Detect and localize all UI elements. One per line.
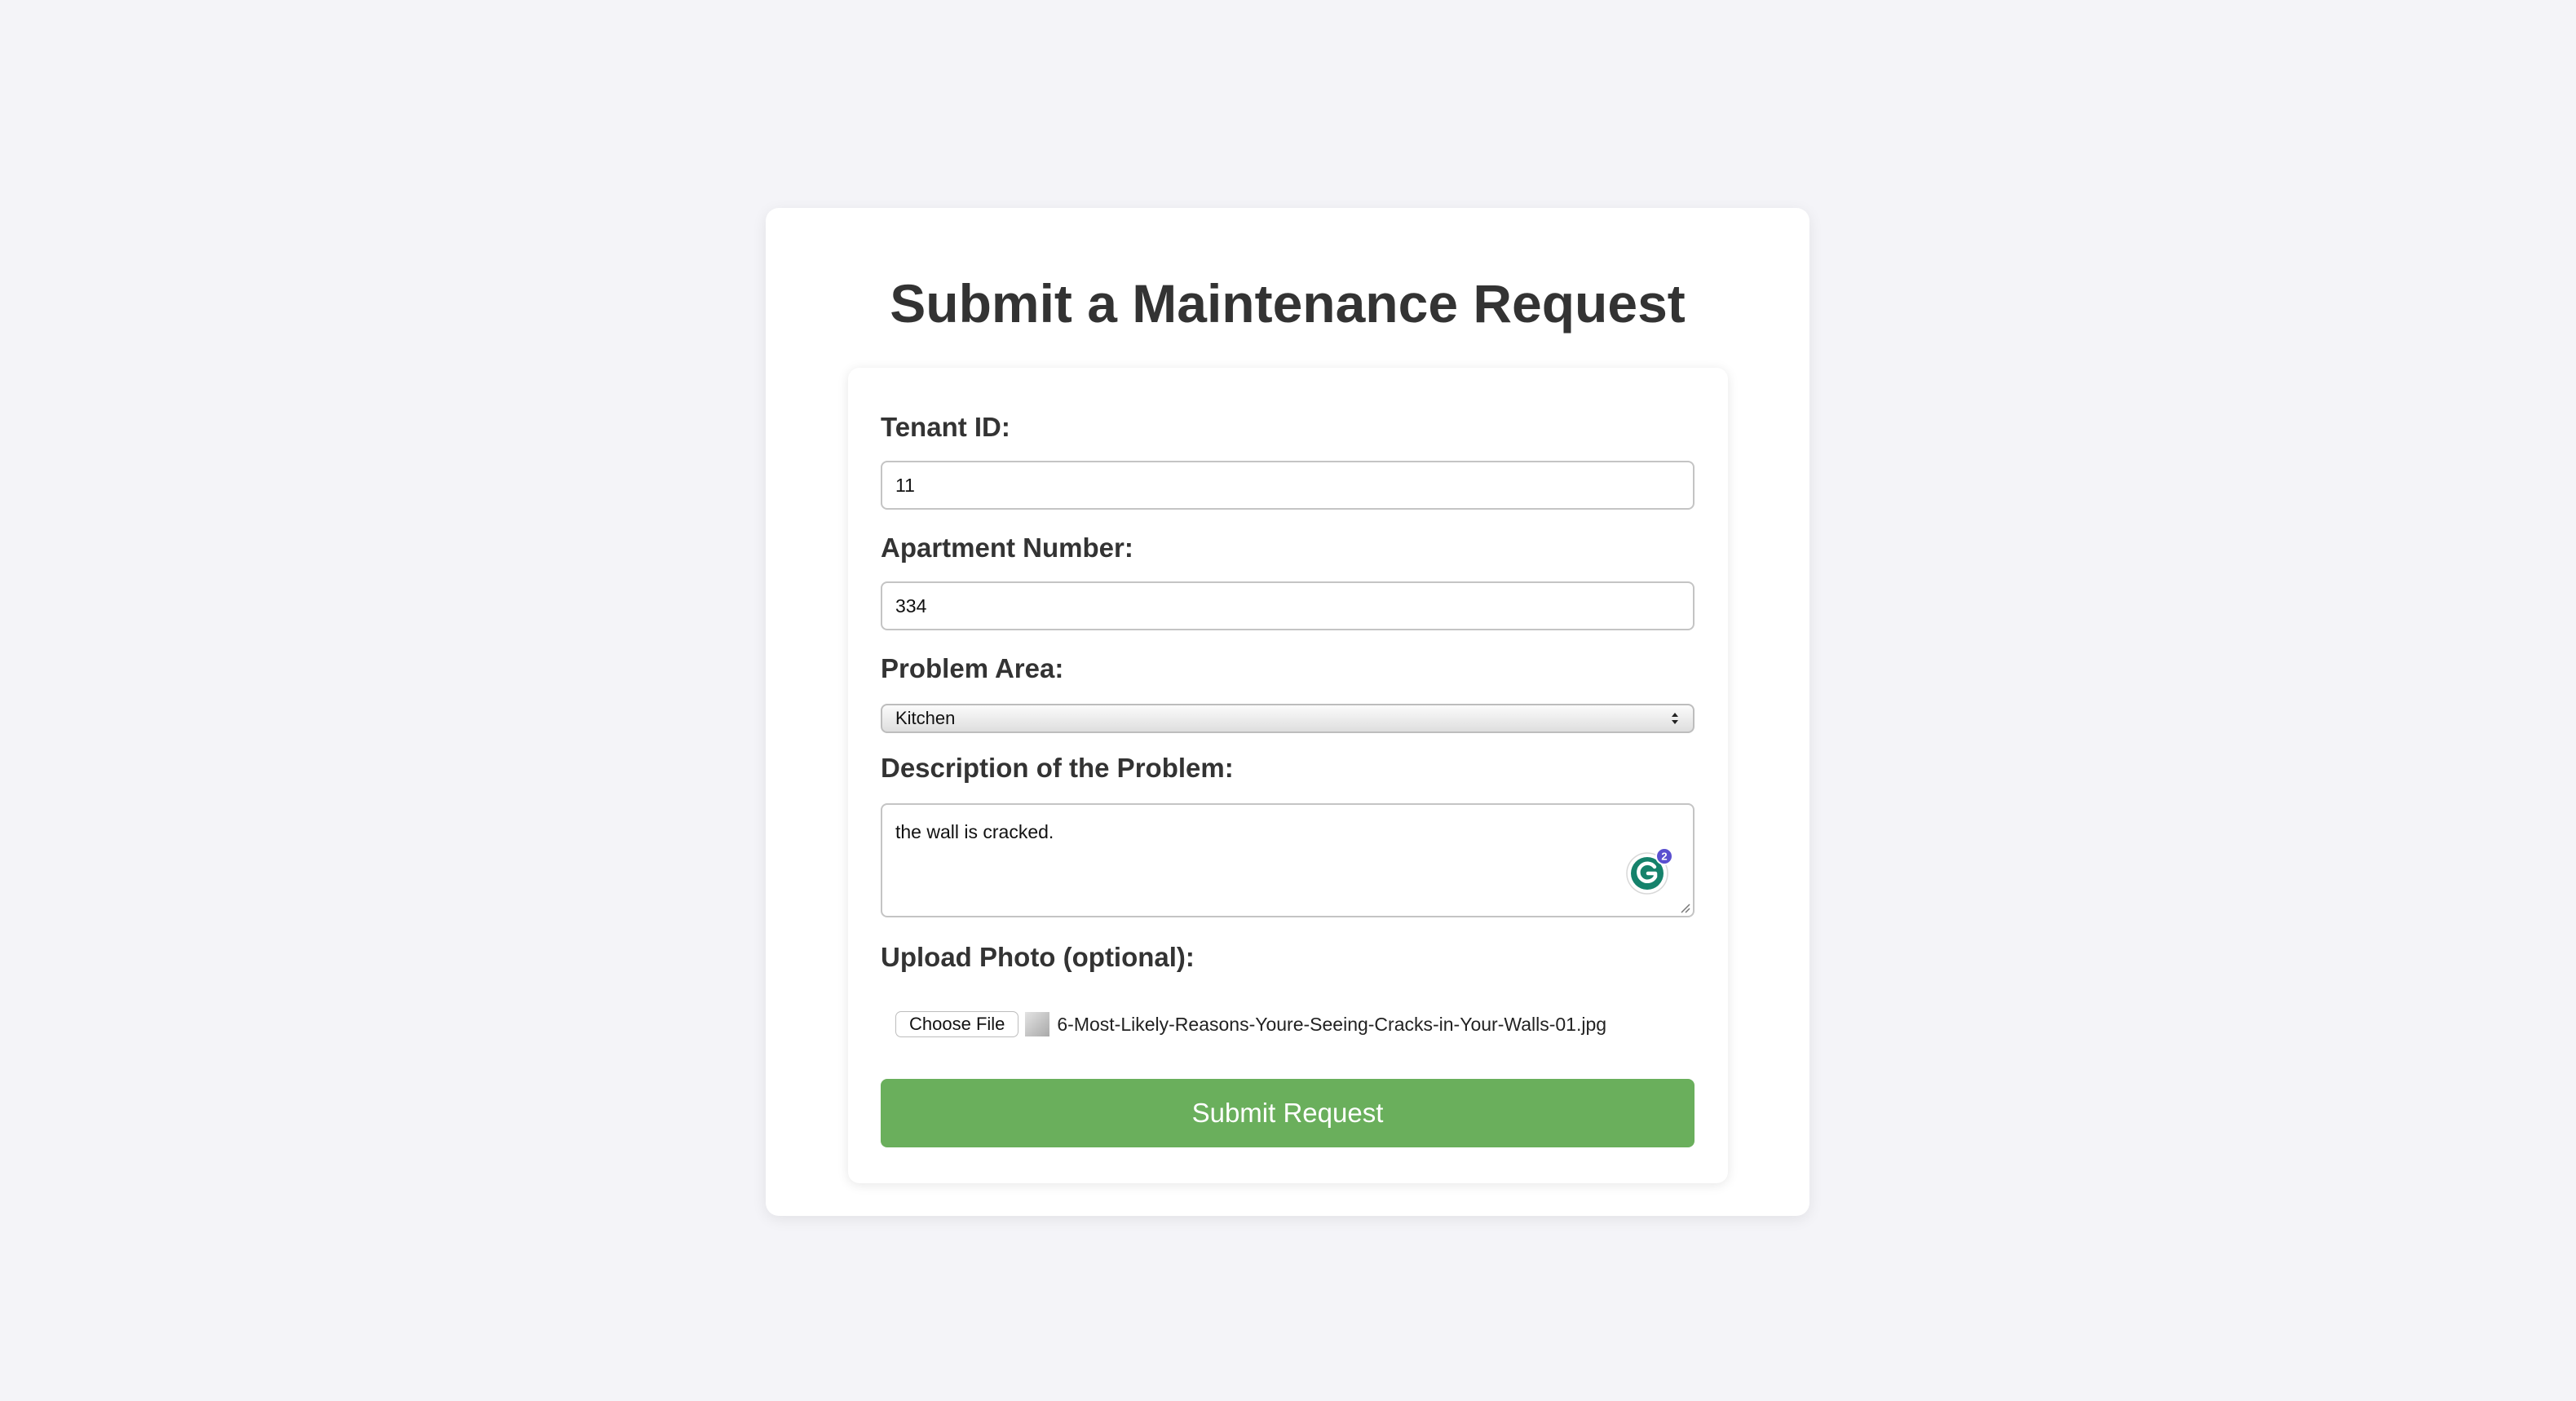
problem-area-label: Problem Area: bbox=[881, 653, 1064, 683]
grammarly-icon[interactable]: 2 bbox=[1626, 847, 1673, 895]
outer-card: Submit a Maintenance Request Tenant ID: … bbox=[766, 208, 1809, 1216]
apartment-number-input[interactable]: 334 bbox=[881, 581, 1695, 630]
file-upload-row: Choose File 6-Most-Likely-Reasons-Youre-… bbox=[895, 1010, 1606, 1038]
upload-photo-label: Upload Photo (optional): bbox=[881, 942, 1195, 972]
apartment-number-value: 334 bbox=[895, 594, 927, 617]
description-label: Description of the Problem: bbox=[881, 753, 1234, 783]
problem-area-selected-value: Kitchen bbox=[895, 708, 956, 728]
resize-handle-icon[interactable] bbox=[1679, 902, 1690, 913]
description-textarea[interactable]: the wall is cracked. 2 bbox=[881, 803, 1695, 917]
submit-request-button[interactable]: Submit Request bbox=[881, 1079, 1695, 1147]
selected-file-name: 6-Most-Likely-Reasons-Youre-Seeing-Crack… bbox=[1057, 1013, 1607, 1035]
description-value: the wall is cracked. bbox=[895, 821, 1054, 842]
maintenance-form: Tenant ID: 11 Apartment Number: 334 Prob… bbox=[848, 368, 1728, 1183]
page-title: Submit a Maintenance Request bbox=[890, 273, 1686, 334]
tenant-id-label: Tenant ID: bbox=[881, 412, 1010, 442]
chevron-up-down-icon bbox=[1670, 710, 1680, 727]
apartment-number-label: Apartment Number: bbox=[881, 533, 1133, 563]
grammarly-badge-count: 2 bbox=[1661, 851, 1667, 863]
tenant-id-input[interactable]: 11 bbox=[881, 461, 1695, 510]
choose-file-button[interactable]: Choose File bbox=[895, 1011, 1019, 1037]
problem-area-select[interactable]: Kitchen bbox=[881, 704, 1695, 733]
file-thumbnail bbox=[1025, 1012, 1050, 1036]
tenant-id-value: 11 bbox=[895, 474, 915, 496]
